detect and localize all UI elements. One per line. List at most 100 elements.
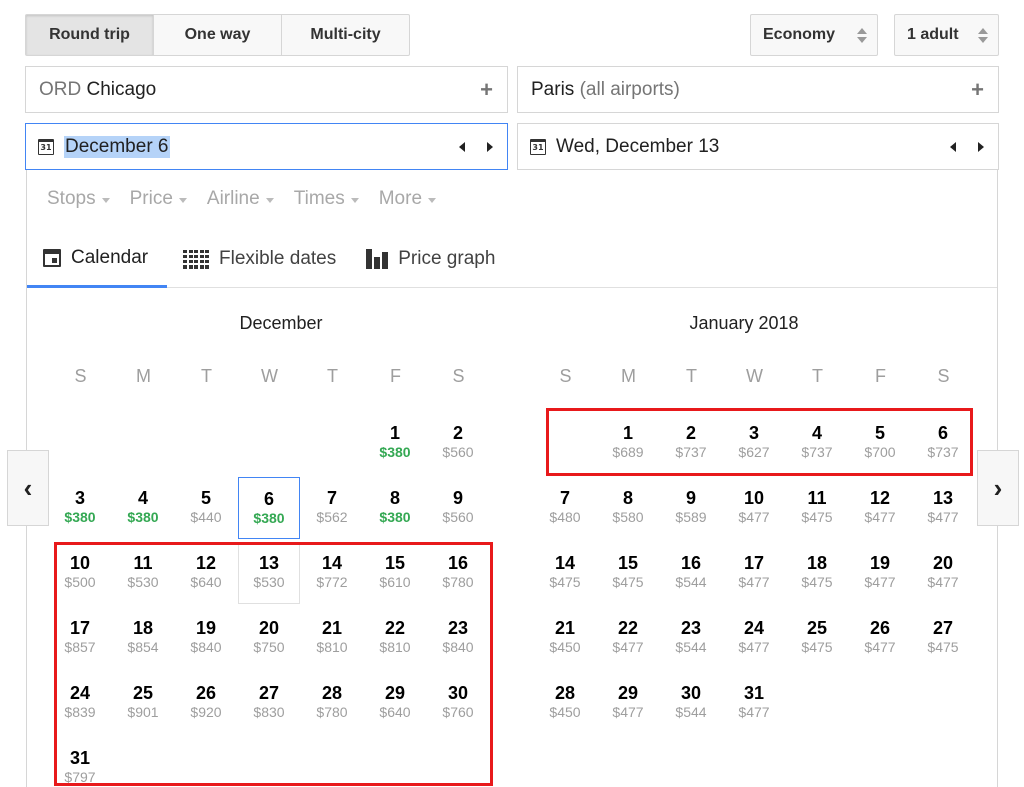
day-number: 20 [932,553,954,573]
cabin-class-select[interactable]: Economy [750,14,878,56]
tab-label: Price graph [398,248,496,269]
calendar-day[interactable]: 12 $477 [849,477,911,539]
calendar-day[interactable]: 24 $477 [723,607,785,669]
calendar-icon: 31 [38,138,54,155]
return-date-field[interactable]: 31 Wed, December 13 [517,123,999,170]
tab-label: Calendar [71,246,149,268]
tab-calendar[interactable]: Calendar [27,230,167,288]
tab-flexible-dates[interactable]: Flexible dates [167,230,352,288]
prev-month-button[interactable]: ‹ [7,450,49,526]
day-number: 10 [743,488,765,508]
day-price: $477 [864,509,896,525]
day-price: $477 [927,509,959,525]
next-date-icon[interactable] [978,141,984,152]
next-month-button[interactable]: › [977,450,1019,526]
calendar-day[interactable]: 6 $380 [238,477,300,539]
calendar-day[interactable]: 4 $380 [112,477,174,539]
day-number: 23 [680,618,702,638]
calendar-day[interactable]: 21 $450 [534,607,596,669]
day-number: 28 [554,683,576,703]
calendar-day[interactable]: 16 $544 [660,542,722,604]
destination-field[interactable]: Paris (all airports) + [517,66,999,113]
prev-date-icon[interactable] [950,141,956,152]
calendar-day[interactable]: 26 $477 [849,607,911,669]
calendar-day[interactable]: 31 $477 [723,672,785,734]
calendar-day[interactable]: 17 $477 [723,542,785,604]
day-number: 18 [806,553,828,573]
day-price: $450 [549,704,581,720]
tab-price-graph[interactable]: Price graph [352,230,511,288]
month-title-december: December [239,313,323,333]
calendar-day[interactable]: 22 $477 [597,607,659,669]
calendar-day[interactable]: 29 $477 [597,672,659,734]
depart-date-value: December 6 [64,135,170,158]
calendar-day[interactable]: 10 $477 [723,477,785,539]
return-date-value: Wed, December 13 [556,135,720,157]
filter-stops[interactable]: Stops [47,188,110,210]
month-title-january: January 2018 [689,313,799,333]
filter-price[interactable]: Price [130,188,187,210]
day-number: 7 [326,488,337,508]
highlight-box-january-first-week [546,408,973,476]
calendar-day[interactable]: 9 $560 [427,477,489,539]
day-price: $380 [64,509,96,525]
calendar-day[interactable]: 8 $380 [364,477,426,539]
calendar-day[interactable]: 1 $380 [364,412,426,474]
day-price: $544 [675,704,707,720]
filter-more[interactable]: More [379,188,437,210]
calendar-day[interactable]: 9 $589 [660,477,722,539]
day-price: $580 [612,509,644,525]
filter-airline[interactable]: Airline [207,188,274,210]
calendar-day[interactable]: 19 $477 [849,542,911,604]
calendar-day[interactable]: 18 $475 [786,542,848,604]
day-price: $544 [675,574,707,590]
filter-times[interactable]: Times [294,188,359,210]
calendar-day[interactable]: 7 $480 [534,477,596,539]
passengers-select[interactable]: 1 adult [894,14,999,56]
day-number: 27 [932,618,954,638]
calendar-day[interactable]: 3 $380 [49,477,111,539]
calendar-day[interactable]: 25 $475 [786,607,848,669]
day-price: $475 [549,574,581,590]
day-number: 21 [554,618,576,638]
calendar-day[interactable]: 27 $475 [912,607,974,669]
calendar-day[interactable]: 20 $477 [912,542,974,604]
day-number: 7 [559,488,570,508]
day-price: $477 [738,639,770,655]
calendar-day[interactable]: 13 $477 [912,477,974,539]
day-number: 6 [263,489,274,509]
day-price: $475 [927,639,959,655]
multi-city-button[interactable]: Multi-city [281,14,410,56]
day-price: $560 [442,444,474,460]
calendar-day[interactable]: 28 $450 [534,672,596,734]
prev-date-icon[interactable] [459,141,465,152]
day-price: $589 [675,509,707,525]
day-price: $475 [612,574,644,590]
day-price: $560 [442,509,474,525]
day-number: 31 [743,683,765,703]
day-price: $380 [253,510,285,526]
day-number: 26 [869,618,891,638]
updown-icon [978,27,988,43]
calendar-day[interactable]: 5 $440 [175,477,237,539]
calendar-day[interactable]: 11 $475 [786,477,848,539]
day-number: 30 [680,683,702,703]
calendar-day[interactable]: 2 $560 [427,412,489,474]
depart-date-field[interactable]: 31 December 6 [25,123,508,170]
calendar-day[interactable]: 23 $544 [660,607,722,669]
add-destination-icon[interactable]: + [971,77,984,103]
calendar-icon: 31 [530,138,546,155]
calendar-day[interactable]: 14 $475 [534,542,596,604]
day-number: 5 [200,488,211,508]
calendar-day[interactable]: 8 $580 [597,477,659,539]
calendar-day[interactable]: 15 $475 [597,542,659,604]
calendar-day[interactable]: 30 $544 [660,672,722,734]
one-way-button[interactable]: One way [153,14,282,56]
next-date-icon[interactable] [487,141,493,152]
add-origin-icon[interactable]: + [480,77,493,103]
origin-field[interactable]: ORD Chicago + [25,66,508,113]
day-number: 3 [74,488,85,508]
calendar-day[interactable]: 7 $562 [301,477,363,539]
round-trip-button[interactable]: Round trip [25,14,154,56]
day-number: 24 [743,618,765,638]
